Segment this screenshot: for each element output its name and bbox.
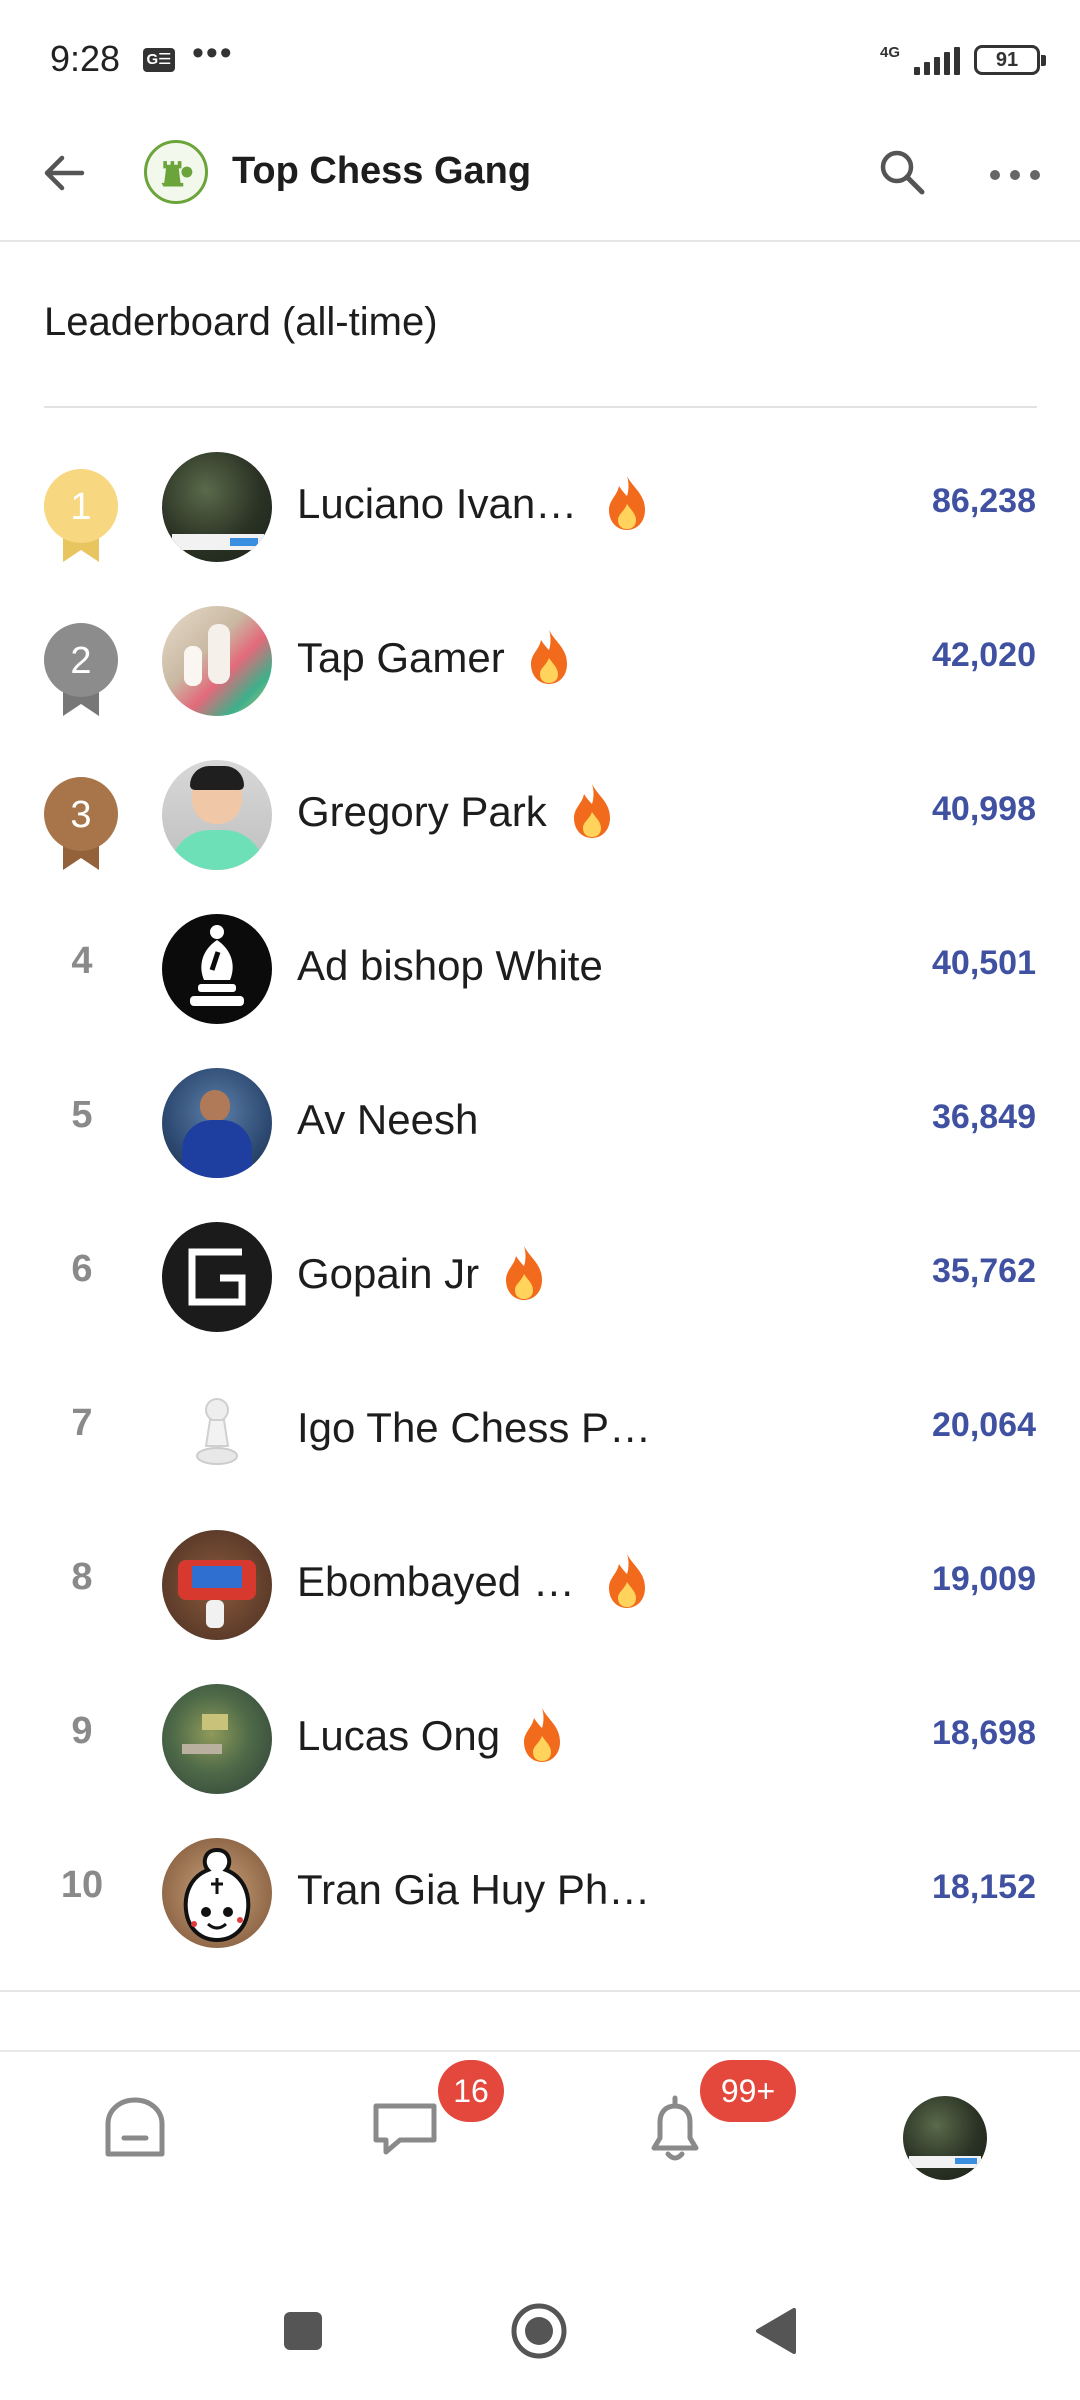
- avatar[interactable]: [162, 1376, 272, 1486]
- player-score: 40,998: [932, 790, 1036, 828]
- avatar[interactable]: [162, 1530, 272, 1640]
- leaderboard-row[interactable]: 7 Igo The Chess P… 20,064: [0, 1354, 1080, 1508]
- svg-text:3: 3: [70, 794, 91, 836]
- chat-unread-badge: 16: [438, 2060, 504, 2122]
- player-score: 20,064: [932, 1406, 1036, 1444]
- player-name[interactable]: Gopain Jr: [297, 1250, 479, 1298]
- player-score: 42,020: [932, 636, 1036, 674]
- player-score: 35,762: [932, 1252, 1036, 1290]
- bottom-navigation: 16 99+: [0, 2050, 1080, 2230]
- svg-text:1: 1: [70, 486, 91, 528]
- leaderboard-row[interactable]: 1 Luciano Ivan… 86,238: [0, 430, 1080, 584]
- chat-icon[interactable]: [360, 2082, 450, 2172]
- svg-text:2: 2: [70, 640, 91, 682]
- more-notifications-icon: •••: [192, 34, 234, 72]
- player-score: 18,698: [932, 1714, 1036, 1752]
- leaderboard-row[interactable]: 2 Tap Gamer 42,020: [0, 584, 1080, 738]
- leaderboard-row[interactable]: 4 Ad bishop White 40,501: [0, 892, 1080, 1046]
- leaderboard-row[interactable]: 8 Ebombayed … 19,009: [0, 1508, 1080, 1662]
- letter-g-logo-icon: [188, 1248, 246, 1306]
- system-navigation-bar: [0, 2270, 1080, 2400]
- player-score: 40,501: [932, 944, 1036, 982]
- pawn-icon: [196, 1398, 238, 1465]
- rook-icon: [161, 161, 193, 187]
- bronze-medal-icon: 3: [44, 777, 118, 870]
- avatar[interactable]: [162, 606, 272, 716]
- divider: [44, 406, 1037, 408]
- cartoon-avatar-icon: [183, 1847, 251, 1943]
- group-avatar[interactable]: [144, 140, 208, 204]
- notifications-badge: 99+: [700, 2060, 796, 2122]
- notification-app-icon: G☰: [143, 48, 175, 72]
- more-options-icon[interactable]: [985, 150, 1045, 200]
- avatar[interactable]: [162, 760, 272, 870]
- fire-icon: [524, 1708, 560, 1762]
- avatar[interactable]: [162, 1222, 272, 1332]
- avatar[interactable]: [162, 1068, 272, 1178]
- leaderboard-title: Leaderboard (all-time): [44, 300, 438, 344]
- avatar[interactable]: [162, 914, 272, 1024]
- player-name[interactable]: Ebombayed …: [297, 1558, 575, 1606]
- avatar[interactable]: [162, 1838, 272, 1948]
- fire-icon: [609, 1554, 645, 1608]
- home-button-icon[interactable]: [510, 2302, 568, 2360]
- rank-number: 6: [71, 1248, 93, 1290]
- leaderboard-row[interactable]: 3 Gregory Park 40,998: [0, 738, 1080, 892]
- player-name[interactable]: Lucas Ong: [297, 1712, 500, 1760]
- battery-icon: 91: [974, 45, 1046, 75]
- status-bar: 9:28 G☰ ••• 4G 91: [0, 0, 1080, 120]
- player-name[interactable]: Ad bishop White: [297, 942, 603, 990]
- fire-icon: [506, 1246, 542, 1300]
- player-name[interactable]: Tap Gamer: [297, 634, 505, 682]
- player-name[interactable]: Igo The Chess P…: [297, 1404, 651, 1452]
- search-icon[interactable]: [874, 144, 930, 200]
- fire-icon: [531, 630, 567, 684]
- network-type: 4G: [879, 43, 900, 61]
- leaderboard-row[interactable]: 9 Lucas Ong 18,698: [0, 1662, 1080, 1816]
- gold-medal-icon: 1: [44, 469, 118, 562]
- group-title[interactable]: Top Chess Gang: [232, 150, 531, 193]
- rank-number: 9: [71, 1710, 93, 1752]
- leaderboard-card: Leaderboard (all-time) 1 Luciano Ivan… 8…: [0, 252, 1080, 1992]
- rank-number: 4: [71, 940, 93, 982]
- player-score: 19,009: [932, 1560, 1036, 1598]
- player-score: 86,238: [932, 482, 1036, 520]
- rank-number: 5: [71, 1094, 93, 1136]
- avatar[interactable]: [162, 1684, 272, 1794]
- back-arrow-icon[interactable]: [40, 148, 90, 198]
- signal-icon: [914, 45, 960, 75]
- player-score: 36,849: [932, 1098, 1036, 1136]
- fire-icon: [609, 476, 645, 530]
- leaderboard-row[interactable]: 6 Gopain Jr 35,762: [0, 1200, 1080, 1354]
- leaderboard-row[interactable]: 10 Tran Gia Huy Ph… 18,152: [0, 1816, 1080, 1970]
- silver-medal-icon: 2: [44, 623, 118, 716]
- rank-number: 8: [71, 1556, 93, 1598]
- rank-number: 7: [71, 1402, 93, 1444]
- fire-icon: [574, 784, 610, 838]
- rank-number: 10: [60, 1864, 104, 1906]
- back-button-icon[interactable]: [752, 2306, 798, 2356]
- player-name[interactable]: Tran Gia Huy Ph…: [297, 1866, 650, 1914]
- avatar[interactable]: [162, 452, 272, 562]
- recent-apps-icon[interactable]: [282, 2310, 324, 2352]
- player-name[interactable]: Luciano Ivan…: [297, 480, 577, 528]
- home-icon[interactable]: [90, 2082, 180, 2172]
- player-name[interactable]: Gregory Park: [297, 788, 547, 836]
- player-name[interactable]: Av Neesh: [297, 1096, 478, 1144]
- status-time: 9:28: [50, 38, 121, 79]
- leaderboard-row[interactable]: 5 Av Neesh 36,849: [0, 1046, 1080, 1200]
- bishop-icon: [190, 925, 244, 1006]
- app-bar: Top Chess Gang: [0, 120, 1080, 242]
- player-score: 18,152: [932, 1868, 1036, 1906]
- profile-avatar[interactable]: [903, 2096, 987, 2180]
